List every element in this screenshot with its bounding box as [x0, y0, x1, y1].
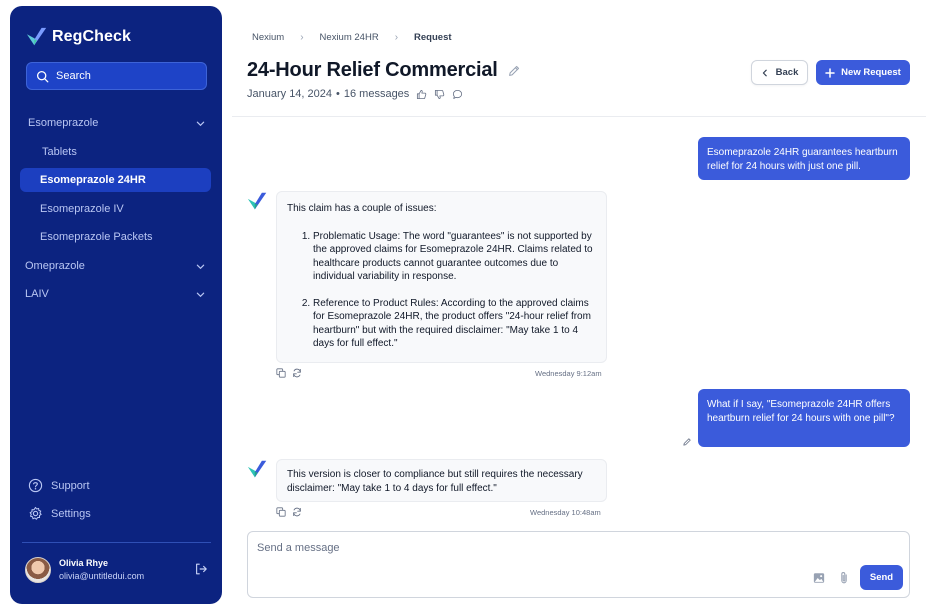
sidebar-item-label: Tablets	[42, 146, 77, 158]
bot-message: This version is closer to compliance but…	[276, 459, 607, 502]
image-icon[interactable]	[813, 572, 825, 584]
sidebar-item-esomeprazole-packets[interactable]: Esomeprazole Packets	[40, 225, 213, 249]
chevron-right-icon: ›	[300, 32, 304, 43]
sidebar: RegCheck Search Esomeprazole Tablets Eso…	[10, 6, 222, 604]
sidebar-divider	[22, 542, 211, 543]
sidebar-item-esomeprazole-24hr[interactable]: Esomeprazole 24HR	[20, 168, 211, 192]
sidebar-item-esomeprazole-iv[interactable]: Esomeprazole IV	[40, 197, 213, 221]
help-circle-icon	[28, 478, 43, 493]
copy-icon[interactable]	[276, 507, 286, 517]
send-label: Send	[869, 572, 894, 583]
user-name: Olivia Rhye	[59, 558, 109, 568]
breadcrumb-item-request: Request	[414, 32, 452, 43]
back-label: Back	[775, 67, 799, 78]
back-button[interactable]: Back	[751, 60, 808, 85]
chevron-down-icon[interactable]	[196, 262, 205, 271]
logout-icon[interactable]	[194, 562, 208, 576]
user-message: Esomeprazole 24HR guarantees heartburn r…	[698, 137, 910, 180]
settings-label: Settings	[51, 507, 91, 520]
support-link[interactable]: Support	[28, 478, 90, 493]
message-count: 16 messages	[343, 88, 410, 100]
pencil-icon[interactable]	[682, 437, 692, 447]
header-divider	[232, 116, 926, 117]
bot-avatar-icon	[247, 460, 267, 478]
list-item: Problematic Usage: The word "guarantees"…	[313, 230, 596, 284]
sidebar-item-tablets[interactable]: Tablets	[42, 140, 213, 164]
user-profile: Olivia Rhye olivia@untitledui.com	[25, 557, 208, 585]
user-email: olivia@untitledui.com	[59, 571, 145, 581]
sidebar-item-laiv[interactable]: LAIV	[25, 282, 213, 306]
search-input[interactable]: Search	[26, 62, 207, 90]
list-item: Reference to Product Rules: According to…	[313, 297, 596, 351]
message-composer[interactable]: Send a message Send	[247, 531, 910, 598]
new-request-label: New Request	[841, 67, 901, 78]
search-label: Search	[56, 70, 91, 82]
refresh-icon[interactable]	[292, 368, 302, 378]
sidebar-item-label: Esomeprazole IV	[40, 203, 124, 215]
support-label: Support	[51, 479, 90, 492]
sidebar-item-label: Esomeprazole Packets	[40, 231, 153, 243]
logo-check-icon	[26, 27, 47, 46]
brand[interactable]: RegCheck	[26, 26, 131, 48]
bot-avatar-icon	[247, 192, 267, 210]
message-actions	[276, 507, 302, 517]
sidebar-item-label: Esomeprazole 24HR	[40, 174, 146, 186]
issue-list: Problematic Usage: The word "guarantees"…	[287, 230, 596, 351]
chevron-down-icon[interactable]	[196, 290, 205, 299]
app-name: RegCheck	[52, 28, 132, 45]
chevron-left-icon	[762, 69, 767, 76]
bot-message-intro: This claim has a couple of issues:	[287, 203, 437, 214]
avatar[interactable]	[25, 557, 51, 583]
paperclip-icon[interactable]	[838, 571, 850, 585]
conversation-meta: January 14, 2024 • 16 messages	[247, 88, 463, 100]
copy-icon[interactable]	[276, 368, 286, 378]
refresh-icon[interactable]	[292, 507, 302, 517]
sidebar-item-esomeprazole[interactable]: Esomeprazole	[28, 111, 213, 135]
chevron-down-icon[interactable]	[196, 119, 205, 128]
message-actions	[276, 368, 302, 378]
settings-link[interactable]: Settings	[28, 506, 91, 521]
page-title: 24-Hour Relief Commercial	[247, 59, 498, 81]
thumbs-down-icon[interactable]	[434, 89, 445, 100]
bot-message: This claim has a couple of issues: Probl…	[276, 191, 607, 363]
search-icon	[36, 70, 49, 82]
thumbs-up-icon[interactable]	[416, 89, 427, 100]
settings-icon	[29, 506, 42, 520]
message-input-placeholder: Send a message	[257, 542, 340, 554]
sidebar-item-omeprazole[interactable]: Omeprazole	[25, 254, 213, 278]
pencil-icon[interactable]	[507, 64, 521, 78]
breadcrumb: Nexium › Nexium 24HR › Request	[252, 32, 452, 43]
breadcrumb-item-nexium-24hr[interactable]: Nexium 24HR	[320, 32, 379, 43]
comment-icon[interactable]	[452, 89, 463, 100]
chevron-right-icon: ›	[394, 32, 399, 43]
message-timestamp: Wednesday 10:48am	[530, 508, 601, 517]
meta-separator: •	[336, 88, 340, 100]
new-request-button[interactable]: New Request	[816, 60, 910, 85]
sidebar-item-label: LAIV	[25, 288, 49, 300]
sidebar-item-label: Esomeprazole	[28, 117, 99, 129]
sidebar-item-label: Omeprazole	[25, 260, 85, 272]
user-message: What if I say, "Esomeprazole 24HR offers…	[698, 389, 910, 447]
conversation-date: January 14, 2024	[247, 88, 333, 100]
message-timestamp: Wednesday 9:12am	[535, 369, 602, 378]
breadcrumb-item-nexium[interactable]: Nexium	[252, 32, 284, 43]
plus-icon	[825, 67, 835, 78]
send-button[interactable]: Send	[860, 565, 903, 590]
